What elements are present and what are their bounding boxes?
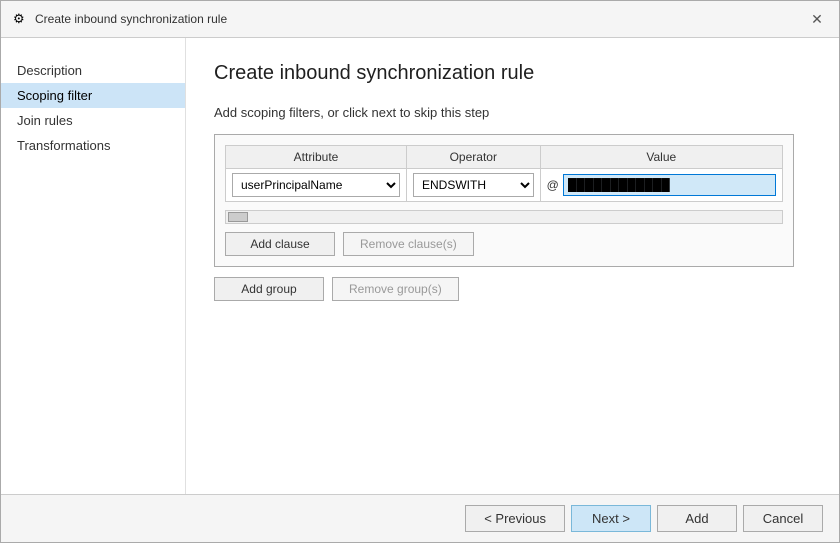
sidebar-item-join-rules[interactable]: Join rules [1,108,185,133]
attribute-select[interactable]: userPrincipalName [232,173,400,197]
horizontal-scrollbar[interactable] [225,210,783,224]
value-prefix: @ [547,178,559,192]
column-header-attribute: Attribute [226,146,407,169]
sidebar-item-scoping-filter[interactable]: Scoping filter [1,83,185,108]
add-group-button[interactable]: Add group [214,277,324,301]
page-title: Create inbound synchronization rule [214,62,811,85]
main-content: Create inbound synchronization rule Add … [186,38,839,494]
cancel-button[interactable]: Cancel [743,505,823,532]
operator-select[interactable]: ENDSWITH [413,173,534,197]
filter-table-wrapper: Attribute Operator Value userPrincipalNa… [225,145,783,202]
sidebar-item-description[interactable]: Description [1,58,185,83]
dialog-body: Description Scoping filter Join rules Tr… [1,38,839,494]
remove-clause-button[interactable]: Remove clause(s) [343,232,474,256]
table-row: userPrincipalName ENDSWITH [226,169,783,202]
filter-container: Attribute Operator Value userPrincipalNa… [214,134,794,267]
dialog-window: ⚙ Create inbound synchronization rule ✕ … [0,0,840,543]
operator-cell: ENDSWITH [407,169,541,202]
next-button[interactable]: Next > [571,505,651,532]
sidebar: Description Scoping filter Join rules Tr… [1,38,186,494]
value-cell: @ [540,169,782,202]
footer: < Previous Next > Add Cancel [1,494,839,542]
value-cell-inner: @ [547,174,776,196]
title-bar: ⚙ Create inbound synchronization rule ✕ [1,1,839,38]
sidebar-item-transformations[interactable]: Transformations [1,133,185,158]
add-clause-button[interactable]: Add clause [225,232,335,256]
section-description: Add scoping filters, or click next to sk… [214,105,811,120]
add-button[interactable]: Add [657,505,737,532]
scroll-thumb [228,212,248,222]
value-input[interactable] [563,174,776,196]
group-buttons: Add group Remove group(s) [214,277,811,301]
filter-table: Attribute Operator Value userPrincipalNa… [225,145,783,202]
remove-group-button[interactable]: Remove group(s) [332,277,459,301]
app-icon: ⚙ [13,11,29,27]
close-button[interactable]: ✕ [807,9,827,29]
clause-buttons: Add clause Remove clause(s) [225,232,783,256]
column-header-value: Value [540,146,782,169]
column-header-operator: Operator [407,146,541,169]
title-bar-text: Create inbound synchronization rule [35,12,227,26]
previous-button[interactable]: < Previous [465,505,565,532]
attribute-cell: userPrincipalName [226,169,407,202]
title-bar-left: ⚙ Create inbound synchronization rule [13,11,227,27]
